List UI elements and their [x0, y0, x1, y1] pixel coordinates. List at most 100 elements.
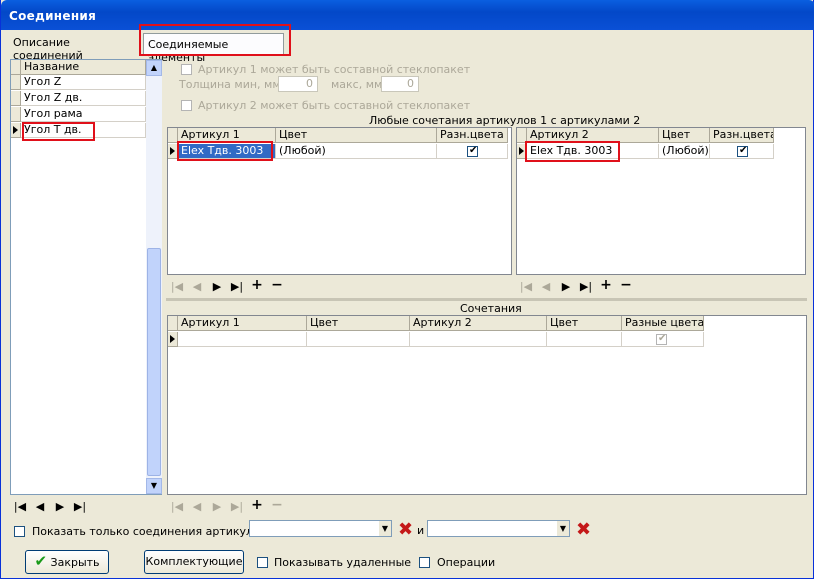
nav-prev-icon[interactable]: ◀	[188, 281, 206, 293]
check-icon: ✔	[739, 145, 748, 156]
grid2-navigator: |◀ ◀ ▶ ▶| + −	[517, 277, 806, 297]
art2-composite-label: Артикул 2 может быть составной стеклопак…	[198, 99, 471, 112]
combinations-navigator: |◀ ◀ ▶ ▶| + −	[168, 498, 368, 516]
nav-next-icon[interactable]: ▶	[557, 281, 575, 293]
nav-prev-icon[interactable]: ◀	[537, 281, 555, 293]
col-diff-colors[interactable]: Разные цвета	[622, 316, 704, 331]
row-indicator	[11, 75, 21, 90]
list-item[interactable]: Угол Z	[21, 75, 146, 90]
nav-last-icon[interactable]: ▶|	[577, 281, 595, 293]
col-color[interactable]: Цвет	[659, 128, 710, 143]
diff-color-checkbox[interactable]: ✔	[737, 145, 748, 157]
nav-prev-icon[interactable]: ◀	[31, 501, 49, 513]
show-deleted-checkbox[interactable]	[257, 557, 268, 568]
nav-last-icon[interactable]: ▶|	[71, 501, 89, 513]
clear-article1-icon[interactable]: ✖	[398, 521, 413, 539]
scroll-down-icon[interactable]: ▼	[146, 478, 162, 494]
col-article2[interactable]: Артикул 2	[410, 316, 547, 331]
list-scrollbar[interactable]: ▲ ▼	[146, 60, 162, 494]
col-diff-colors[interactable]: Разн.цвета	[437, 128, 508, 143]
thickness-min-input[interactable]: 0	[278, 76, 318, 92]
connection-list[interactable]: Название Угол Z Угол Z дв. Угол рама Уго…	[10, 59, 162, 495]
dropdown-arrow-icon[interactable]: ▼	[557, 521, 569, 536]
row-indicator-current	[11, 123, 21, 138]
nav-next-icon[interactable]: ▶	[208, 501, 226, 513]
close-label: Закрыть	[50, 556, 100, 569]
nav-first-icon[interactable]: |◀	[168, 281, 186, 293]
splitter[interactable]	[166, 298, 807, 301]
remove-icon[interactable]: −	[617, 278, 635, 292]
add-icon[interactable]: +	[248, 278, 266, 292]
combo-cell[interactable]	[307, 332, 410, 347]
clear-article2-icon[interactable]: ✖	[576, 521, 591, 539]
nav-first-icon[interactable]: |◀	[517, 281, 535, 293]
grid-header-indicator	[168, 316, 178, 331]
current-row-icon	[13, 126, 18, 134]
list-item[interactable]: Угол Z дв.	[21, 91, 146, 106]
operations-label: Операции	[437, 556, 496, 569]
tab-connection-description[interactable]: Описание соединений	[9, 32, 134, 62]
thickness-max-input[interactable]: 0	[381, 76, 419, 92]
art2-composite-checkbox[interactable]	[181, 100, 192, 111]
col-color1[interactable]: Цвет	[307, 316, 410, 331]
nav-next-icon[interactable]: ▶	[208, 281, 226, 293]
article1-filter-combo[interactable]: ▼	[249, 520, 392, 537]
nav-first-icon[interactable]: |◀	[11, 501, 29, 513]
row-indicator	[11, 91, 21, 106]
list-header-indicator	[11, 60, 21, 75]
art1-composite-checkbox[interactable]	[181, 64, 192, 75]
row-indicator	[11, 107, 21, 122]
scroll-thumb[interactable]	[147, 248, 161, 476]
diff-color-checkbox[interactable]: ✔	[656, 333, 667, 345]
components-button[interactable]: Комплектующие	[144, 550, 244, 574]
filter-only-checkbox[interactable]	[14, 526, 25, 537]
list-header-name[interactable]: Название	[21, 60, 146, 75]
show-deleted-label: Показывать удаленные	[274, 556, 412, 569]
col-color2[interactable]: Цвет	[547, 316, 622, 331]
check-icon: ✔	[469, 145, 478, 156]
grid2-color-cell[interactable]: (Любой)	[659, 144, 710, 159]
article2-filter-combo[interactable]: ▼	[427, 520, 570, 537]
combo-cell[interactable]	[547, 332, 622, 347]
scroll-up-icon[interactable]: ▲	[146, 60, 162, 76]
check-icon: ✔	[658, 333, 667, 344]
combo-cell[interactable]	[410, 332, 547, 347]
combinations-title: Сочетания	[460, 302, 522, 315]
dropdown-arrow-icon[interactable]: ▼	[379, 521, 391, 536]
thickness-min-label: Толщина мин, мм	[179, 78, 281, 91]
nav-last-icon[interactable]: ▶|	[228, 501, 246, 513]
grid1-color-cell[interactable]: (Любой)	[276, 144, 437, 159]
title-bar: Соединения	[1, 0, 814, 30]
diff-color-checkbox[interactable]: ✔	[467, 145, 478, 157]
nav-first-icon[interactable]: |◀	[168, 501, 186, 513]
nav-last-icon[interactable]: ▶|	[228, 281, 246, 293]
remove-icon[interactable]: −	[268, 278, 286, 292]
combo-diff-cell[interactable]: ✔	[622, 332, 704, 347]
col-color[interactable]: Цвет	[276, 128, 437, 143]
grid1-diff-cell[interactable]: ✔	[437, 144, 508, 159]
and-label: и	[417, 524, 425, 537]
highlight-tab	[139, 24, 291, 56]
list-item[interactable]: Угол рама	[21, 107, 146, 122]
close-button[interactable]: ✔ Закрыть	[25, 550, 109, 574]
grid2-diff-cell[interactable]: ✔	[710, 144, 774, 159]
connections-window: Соединения Описание соединений Соединяем…	[0, 0, 814, 579]
combinations-grid[interactable]: Артикул 1 Цвет Артикул 2 Цвет Разные цве…	[167, 315, 807, 495]
add-icon[interactable]: +	[248, 498, 266, 512]
add-icon[interactable]: +	[597, 278, 615, 292]
highlight-selected-item	[22, 122, 95, 141]
current-row-icon	[519, 147, 524, 155]
row-indicator-current	[168, 332, 178, 347]
current-row-icon	[170, 335, 175, 343]
checkmark-icon: ✔	[34, 552, 48, 570]
operations-checkbox[interactable]	[419, 557, 430, 568]
col-article1[interactable]: Артикул 1	[178, 316, 307, 331]
nav-prev-icon[interactable]: ◀	[188, 501, 206, 513]
window-title: Соединения	[9, 9, 97, 23]
col-diff-colors[interactable]: Разн.цвета	[710, 128, 774, 143]
thickness-max-label: макс, мм	[331, 78, 383, 91]
remove-icon[interactable]: −	[268, 498, 286, 512]
nav-next-icon[interactable]: ▶	[51, 501, 69, 513]
combo-cell[interactable]	[178, 332, 307, 347]
highlight-article2	[525, 141, 620, 162]
